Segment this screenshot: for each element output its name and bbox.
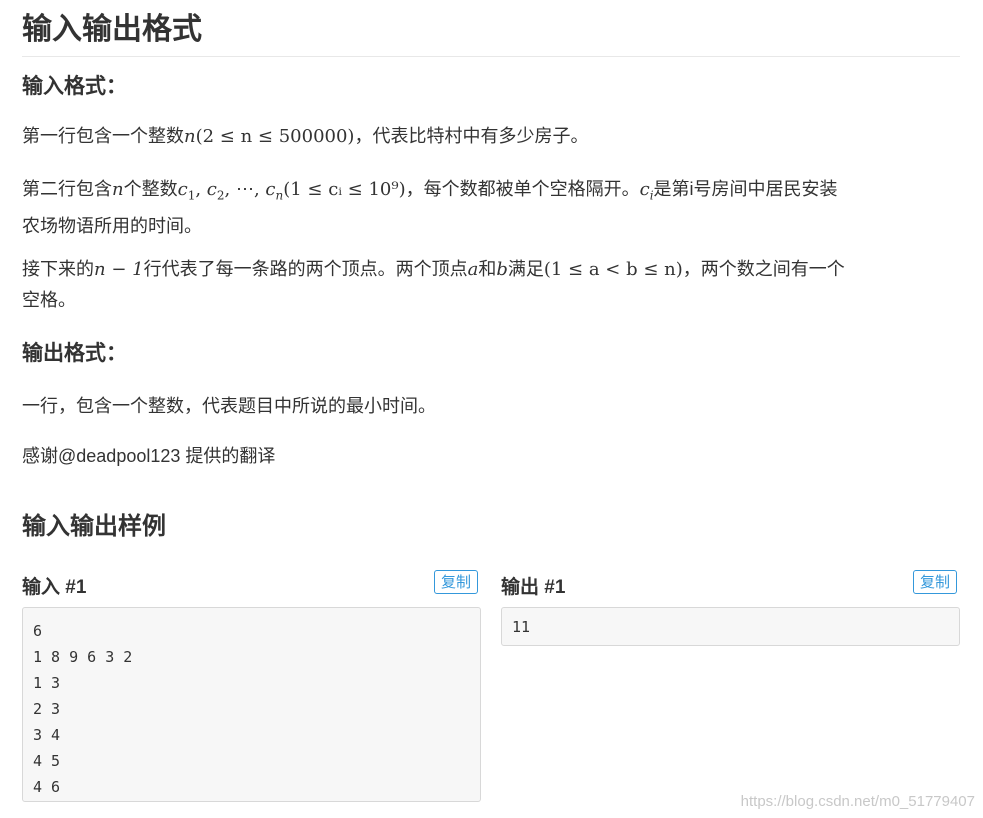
line2-mid: 个整数: [123, 179, 178, 199]
math-b: b: [496, 259, 508, 280]
watermark: https://blog.csdn.net/m0_51779407: [740, 793, 975, 810]
input-line: 2 3: [33, 700, 61, 718]
line3-wrap: 空格。: [22, 290, 76, 310]
output-line: 一行，包含一个整数，代表题目中所说的最小时间。: [22, 396, 436, 416]
sample-input-label: 输入 #1: [22, 577, 87, 598]
input-line: 6: [33, 622, 43, 640]
input-format-heading: 输入格式：: [22, 75, 127, 98]
math-ci: ci: [639, 179, 654, 203]
samples-title: 输入输出样例: [22, 513, 166, 540]
translation-credit: 感谢@deadpool123 提供的翻译: [22, 446, 276, 466]
output-format-heading: 输出格式：: [22, 342, 127, 365]
line2-pre: 第二行包含: [22, 179, 112, 199]
math-a: a: [467, 259, 479, 280]
input-line: 1 8 9 6 3 2: [33, 648, 133, 666]
line3-mid3: 满足: [507, 259, 544, 279]
line3-pre: 接下来的: [22, 259, 94, 279]
line3-math2: (1 ≤ a < b ≤ n): [543, 259, 683, 280]
line1-post: ，代表比特村中有多少房子。: [354, 126, 589, 146]
line2-post2: 是第i号房间中居民安装: [653, 179, 838, 199]
input-line-3: 接下来的n − 1行代表了每一条路的两个顶点。两个顶点a和b满足(1 ≤ a <…: [22, 254, 960, 315]
input-line: 4 6: [33, 778, 61, 796]
math-n: n: [184, 126, 196, 147]
line3-math1: n − 1: [94, 259, 144, 280]
line2-wrap: 农场物语所用的时间。: [22, 215, 202, 236]
input-line: 4 5: [33, 752, 61, 770]
line3-mid1: 行代表了每一条路的两个顶点。两个顶点: [143, 259, 468, 279]
line1-pre: 第一行包含一个整数: [22, 126, 184, 146]
line1-math: (2 ≤ n ≤ 500000): [195, 126, 355, 147]
output-line: 11: [512, 618, 531, 636]
io-format-title: 输入输出格式: [22, 0, 960, 57]
line3-post: ，两个数之间有一个: [682, 259, 845, 279]
sample-input-box: 6 1 8 9 6 3 2 1 3 2 3 3 4 4 5 4 6: [22, 607, 481, 802]
input-line: 1 3: [33, 674, 61, 692]
line2-post: ，每个数都被单个空格隔开。: [405, 179, 640, 199]
line2-math: (1 ≤ cᵢ ≤ 10⁹): [283, 179, 406, 200]
input-line-2: 第二行包含n个整数c1, c2, ⋯, cn(1 ≤ cᵢ ≤ 10⁹)，每个数…: [22, 174, 960, 241]
sample-output-box: 11: [501, 607, 960, 646]
copy-input-button[interactable]: 复制: [434, 570, 479, 594]
math-n: n: [112, 179, 124, 200]
math-c-sequence: c1, c2, ⋯, cn: [177, 179, 284, 203]
input-line-1: 第一行包含一个整数n(2 ≤ n ≤ 500000)，代表比特村中有多少房子。: [22, 121, 960, 152]
line3-mid2: 和: [478, 259, 497, 279]
input-line: 3 4: [33, 726, 61, 744]
sample-output-label: 输出 #1: [501, 577, 566, 598]
copy-output-button[interactable]: 复制: [913, 570, 958, 594]
